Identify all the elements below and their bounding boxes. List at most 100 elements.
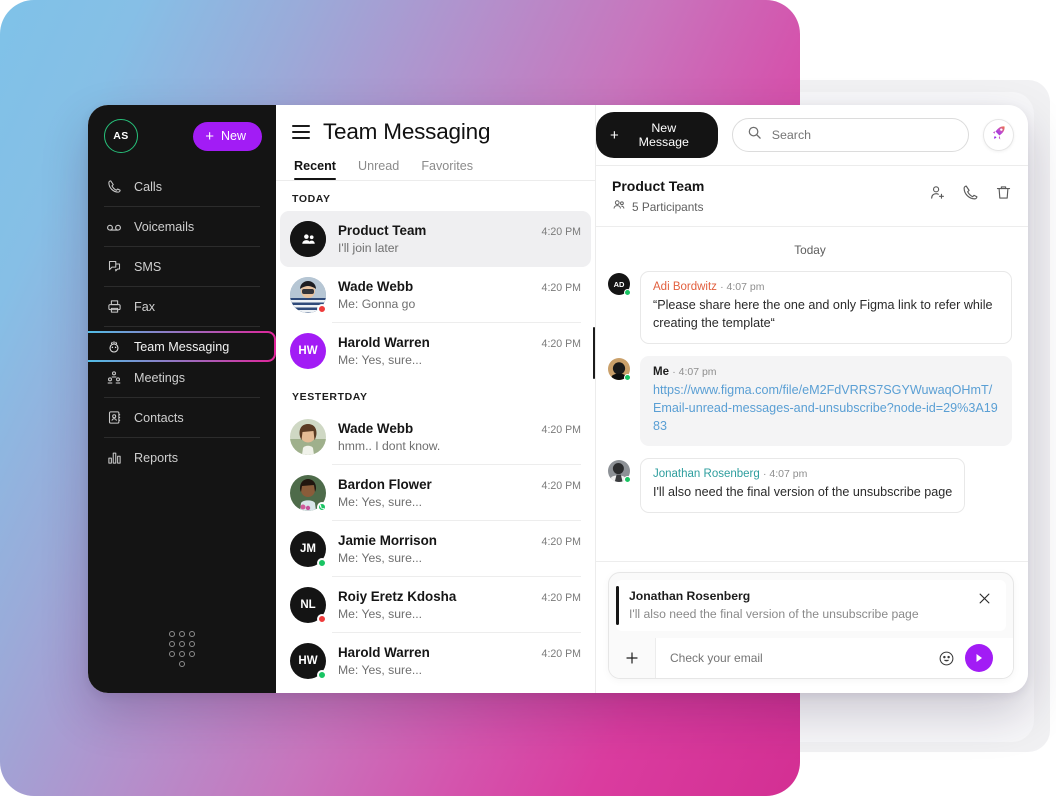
plus-icon: + <box>205 127 214 145</box>
reply-quote: Jonathan Rosenberg I'll also need the fi… <box>616 580 1006 631</box>
avatar: JM <box>290 531 327 568</box>
screen: AS + New Calls Voicemails SMS Fax Team M… <box>0 0 1056 800</box>
message-item: Me · 4:07 pm https://www.figma.com/file/… <box>608 355 1012 447</box>
conversation-item-wade-webb[interactable]: Wade Webb 4:20 PM Me: Gonna go <box>276 267 595 323</box>
message-item: AD Adi Bordwitz · 4:07 pm “Please share … <box>608 271 1012 344</box>
message-input[interactable] <box>670 651 928 665</box>
sidebar-item-label: Meetings <box>134 370 186 385</box>
sidebar-item-sms[interactable]: SMS <box>88 251 276 282</box>
sidebar-item-voicemails[interactable]: Voicemails <box>88 211 276 242</box>
message-bubble: Me · 4:07 pm https://www.figma.com/file/… <box>640 355 1012 447</box>
tab-unread[interactable]: Unread <box>358 159 399 180</box>
conversation-preview: Me: Yes, sure... <box>338 551 423 565</box>
attach-button[interactable] <box>609 638 655 678</box>
close-icon[interactable] <box>975 589 994 613</box>
message-input-wrap[interactable] <box>655 638 1013 678</box>
tab-recent[interactable]: Recent <box>294 159 336 181</box>
sidebar-item-fax[interactable]: Fax <box>88 291 276 322</box>
conversation-preview: hmm.. I dont know. <box>338 439 441 453</box>
emoji-icon[interactable] <box>928 650 965 667</box>
conversation-time: 4:20 PM <box>541 536 581 548</box>
message-text: I'll also need the final version of the … <box>653 485 953 500</box>
chat-title: Product Team <box>612 178 705 194</box>
participants-count: 5 Participants <box>632 199 704 214</box>
rocket-button[interactable] <box>983 119 1014 151</box>
dialpad-button[interactable] <box>88 631 276 693</box>
message-author: Me <box>653 365 669 378</box>
conversation-list-header: Team Messaging Recent Unread Favorites <box>276 105 595 181</box>
conversation-name: Roiy Eretz Kdosha <box>338 589 457 604</box>
conversation-item-roiy-eretz-kdosha[interactable]: NL Roiy Eretz Kdosha 4:20 PM Me: Yes, su… <box>276 577 595 633</box>
sidebar-item-contacts[interactable]: Contacts <box>88 402 276 433</box>
conversation-list[interactable]: TODAY Product Team 4:20 PM I'll join lat… <box>276 181 595 693</box>
conversation-name: Bardon Flower <box>338 477 432 492</box>
avatar <box>608 460 631 484</box>
conversation-preview: Me: Yes, sure... <box>338 353 423 367</box>
tab-favorites[interactable]: Favorites <box>421 159 473 180</box>
search-input[interactable] <box>771 128 955 142</box>
send-button[interactable] <box>965 644 993 672</box>
conversation-preview: Me: Yes, sure... <box>338 607 423 621</box>
new-button[interactable]: + New <box>193 121 262 151</box>
conversation-time: 4:20 PM <box>541 226 581 238</box>
phone-icon[interactable] <box>962 184 979 201</box>
new-message-button[interactable]: + New Message <box>596 112 718 158</box>
search-box[interactable] <box>731 118 970 152</box>
sidebar-item-calls[interactable]: Calls <box>88 171 276 202</box>
group-avatar-icon <box>301 233 315 244</box>
status-dot <box>317 670 327 680</box>
conversation-preview: I'll join later <box>338 241 399 255</box>
reports-icon <box>106 450 122 466</box>
conversation-name: Harold Warren <box>338 335 430 350</box>
hamburger-icon[interactable] <box>292 125 310 139</box>
sidebar-header: AS + New <box>88 105 276 165</box>
conversation-item-bardon-flower[interactable]: Bardon Flower 4:20 PM Me: Yes, sure... <box>276 465 595 521</box>
search-icon <box>747 125 762 145</box>
sidebar-nav: Calls Voicemails SMS Fax Team Messaging … <box>88 171 276 473</box>
message-item: Jonathan Rosenberg · 4:07 pm I'll also n… <box>608 458 1012 514</box>
divider <box>104 246 260 247</box>
status-dot <box>624 476 631 484</box>
message-author[interactable]: Jonathan Rosenberg <box>653 468 760 480</box>
conversation-time: 4:20 PM <box>541 648 581 660</box>
conversation-time: 4:20 PM <box>541 282 581 294</box>
team-messaging-icon <box>106 339 122 355</box>
status-dot <box>317 558 327 568</box>
trash-icon[interactable] <box>995 184 1012 201</box>
conversation-time: 4:20 PM <box>541 592 581 604</box>
sms-icon <box>106 259 122 275</box>
rocket-icon <box>990 124 1007 146</box>
add-person-icon[interactable] <box>929 184 946 201</box>
avatar-photo <box>290 419 326 455</box>
avatar-initials: NL <box>300 599 316 611</box>
avatar <box>290 419 326 455</box>
new-message-label: New Message <box>638 121 689 149</box>
sidebar-item-team-messaging[interactable]: Team Messaging <box>88 331 276 362</box>
avatar-initials: HW <box>298 655 318 667</box>
conversation-item-harold-warren-1[interactable]: HW Harold Warren 4:20 PM Me: Yes, sure..… <box>276 323 595 379</box>
page-title: Team Messaging <box>323 119 491 144</box>
user-avatar[interactable]: AS <box>104 119 138 153</box>
conversation-item-product-team[interactable]: Product Team 4:20 PM I'll join later <box>280 211 591 267</box>
reply-text: I'll also need the final version of the … <box>629 607 919 621</box>
sidebar-item-reports[interactable]: Reports <box>88 442 276 473</box>
conversation-preview: Me: Yes, sure... <box>338 663 423 677</box>
people-icon <box>612 198 626 215</box>
new-button-label: New <box>220 129 246 143</box>
contacts-icon <box>106 410 122 426</box>
conversation-item-wade-webb-2[interactable]: Wade Webb 4:20 PM hmm.. I dont know. <box>276 409 595 465</box>
divider <box>104 397 260 398</box>
conversation-name: Wade Webb <box>338 279 414 294</box>
top-actions-bar: + New Message <box>596 105 1028 165</box>
message-author[interactable]: Adi Bordwitz <box>653 281 717 293</box>
plus-icon: + <box>610 126 619 144</box>
message-bubble: Jonathan Rosenberg · 4:07 pm I'll also n… <box>640 458 966 514</box>
dialpad-icon <box>169 631 195 667</box>
chat-header: Product Team 5 Participants <box>596 166 1028 227</box>
conversation-item-harold-warren-2[interactable]: HW Harold Warren 4:20 PM Me: Yes, sure..… <box>276 633 595 689</box>
reply-author: Jonathan Rosenberg <box>629 589 751 603</box>
conversation-preview: Me: Yes, sure... <box>338 495 423 509</box>
message-link[interactable]: https://www.figma.com/file/eM2FdVRRS7SGY… <box>653 382 999 436</box>
conversation-item-jamie-morrison[interactable]: JM Jamie Morrison 4:20 PM Me: Yes, sure.… <box>276 521 595 577</box>
sidebar-item-meetings[interactable]: Meetings <box>88 362 276 393</box>
